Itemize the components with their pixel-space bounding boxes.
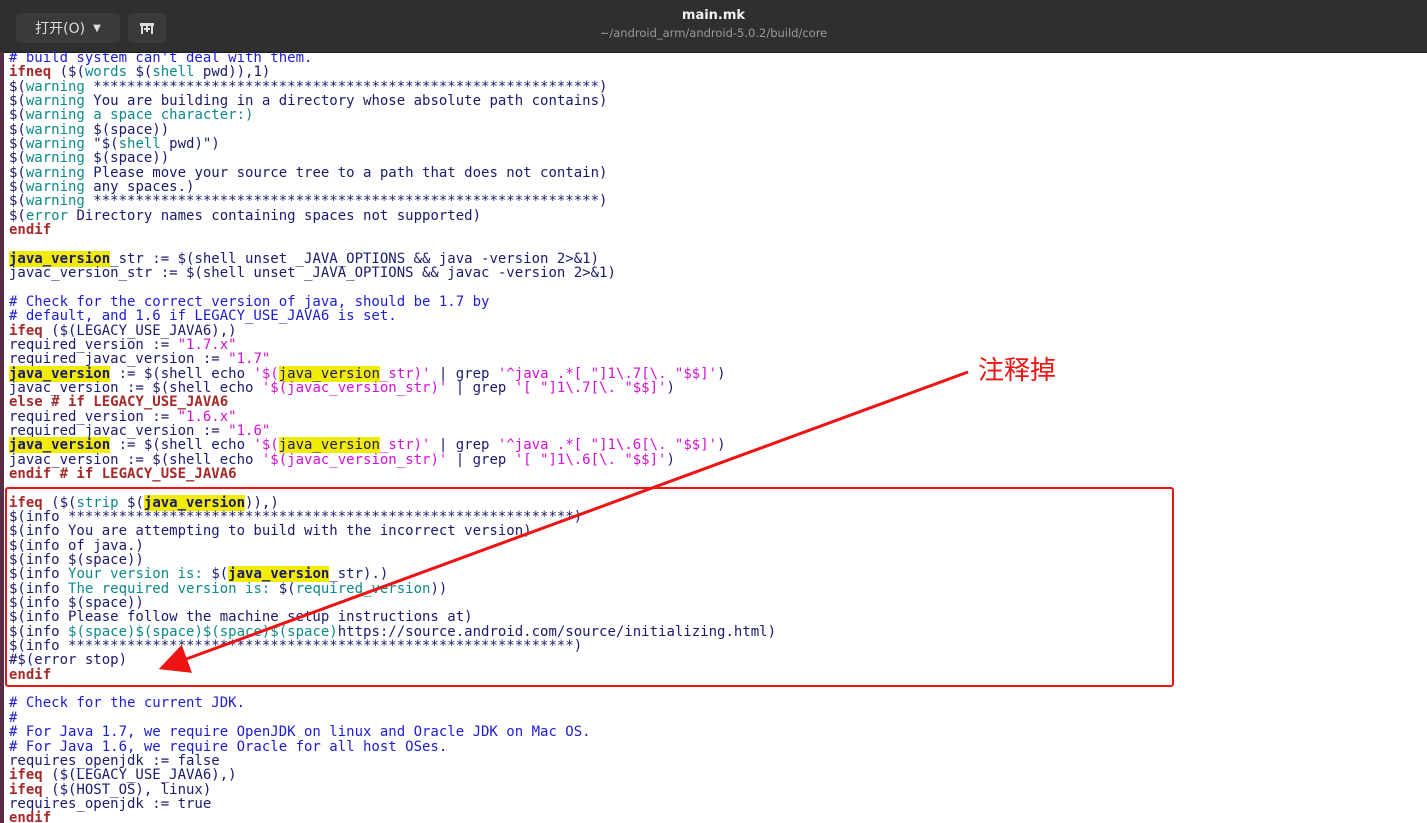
code-line: endif # if LEGACY_USE_JAVA6 — [9, 467, 1419, 481]
window-title: main.mk — [681, 8, 746, 23]
code-line: endif — [9, 223, 1419, 237]
code-line: $(info *********************************… — [9, 510, 1419, 524]
code-line: required_javac_version := "1.6" — [9, 424, 1419, 438]
code-token: required_version — [295, 580, 431, 597]
code-token: '$(javac_version_str)' — [261, 379, 448, 396]
code-line: # — [9, 711, 1419, 725]
code-line: $(warning Please move your source tree t… — [9, 166, 1419, 180]
code-line: $(warning $(space)) — [9, 123, 1419, 137]
left-edge — [0, 52, 4, 823]
code-token: pwd)") — [160, 136, 220, 153]
code-token: ) — [666, 451, 675, 468]
code-line: java_version := $(shell echo '$(java_ver… — [9, 365, 1419, 382]
code-token: # Check for the current JDK. — [9, 695, 246, 712]
code-token: Directory names containing spaces not su… — [68, 207, 482, 224]
code-line: $(info $(space)) — [9, 596, 1419, 610]
code-line: $(info $(space)$(space)$(space)$(space)h… — [9, 625, 1419, 639]
code-line: $(info You are attempting to build with … — [9, 524, 1419, 538]
code-token: $( — [278, 580, 296, 597]
code-line: requires_openjdk := false — [9, 754, 1419, 768]
code-line: $(info Please follow the machine setup i… — [9, 610, 1419, 624]
code-line: java_version := $(shell echo '$(java_ver… — [9, 437, 1419, 454]
code-line: else # if LEGACY_USE_JAVA6 — [9, 395, 1419, 409]
code-token: endif # if LEGACY_USE_JAVA6 — [9, 465, 237, 482]
code-line: $(error Directory names containing space… — [9, 209, 1419, 223]
code-line: $(info of java.) — [9, 539, 1419, 553]
code-token: javac_version_str := $(shell unset _JAVA… — [9, 265, 616, 282]
code-line: ifeq ($(strip $(java_version)),) — [9, 494, 1419, 511]
code-line: $(info Your version is: $(java_version_s… — [9, 566, 1419, 583]
code-line: javac_version := $(shell echo '$(javac_v… — [9, 451, 1419, 468]
code-line: $(warning ******************************… — [9, 194, 1419, 208]
code-line: #$(error stop) — [9, 653, 1419, 667]
code-line: # For Java 1.6, we require Oracle for al… — [9, 739, 1419, 754]
code-line: # Check for the current JDK. — [9, 696, 1419, 710]
code-line: $(info $(space)) — [9, 553, 1419, 567]
code-line: # For Java 1.7, we require OpenJDK on li… — [9, 725, 1419, 739]
code-line: $(warning "$(shell pwd)") — [9, 137, 1419, 151]
annotation-label: 注释掉 — [978, 356, 1057, 386]
code-line: $(info *********************************… — [9, 639, 1419, 653]
code-token: '[ "]1\.7[\. "$$]' — [514, 379, 667, 396]
code-line: # build system can't deal with them. — [9, 51, 1419, 65]
code-line: endif — [9, 811, 1419, 823]
code-line: $(warning ******************************… — [9, 80, 1419, 94]
code-token: | grep — [447, 379, 515, 396]
code-token: | grep — [447, 451, 515, 468]
code-line: javac_version_str := $(shell unset _JAVA… — [9, 266, 1419, 280]
code-token: '[ "]1\.6[\. "$$]' — [514, 451, 667, 468]
code-line: $(info The required version is: $(requir… — [9, 582, 1419, 596]
code-line: $(warning a space character:) — [9, 108, 1419, 122]
title-bar: 打开(O) ▼ main.mk ~/android_arm/android-5.… — [0, 0, 1427, 53]
code-line: $(warning any spaces.) — [9, 180, 1419, 194]
code-token: ) — [717, 365, 726, 382]
code-line: $(warning You are building in a director… — [9, 94, 1419, 108]
code-line: ifneq ($(words $(shell pwd)),1) — [9, 65, 1419, 79]
code-token: ) — [666, 379, 675, 396]
code-line: # default, and 1.6 if LEGACY_USE_JAVA6 i… — [9, 309, 1419, 323]
window-path: ~/android_arm/android-5.0.2/build/core — [599, 26, 828, 40]
code-token: ) — [717, 437, 726, 454]
code-line: required_javac_version := "1.7" — [9, 352, 1419, 366]
code-line: # Check for the correct version of java,… — [9, 295, 1419, 309]
code-token: endif — [9, 810, 52, 823]
code-line: required_version := "1.7.x" — [9, 338, 1419, 352]
code-line: $(warning $(space)) — [9, 151, 1419, 165]
code-line: ifeq ($(LEGACY_USE_JAVA6),) — [9, 323, 1419, 338]
code-editor[interactable]: # build system can't deal with them. ifne… — [9, 51, 1419, 823]
code-line: endif — [9, 668, 1419, 682]
code-line: ifeq ($(LEGACY_USE_JAVA6),) — [9, 768, 1419, 782]
code-token: )) — [430, 580, 448, 597]
code-line: javac_version := $(shell echo '$(javac_v… — [9, 381, 1419, 395]
code-line: requires_openjdk := true — [9, 797, 1419, 811]
code-line: required_version := "1.6.x" — [9, 409, 1419, 424]
code-line: ifeq ($(HOST_OS), linux) — [9, 782, 1419, 797]
code-line: java_version_str := $(shell unset _JAVA_… — [9, 250, 1419, 267]
code-token: '$(javac_version_str)' — [261, 451, 448, 468]
